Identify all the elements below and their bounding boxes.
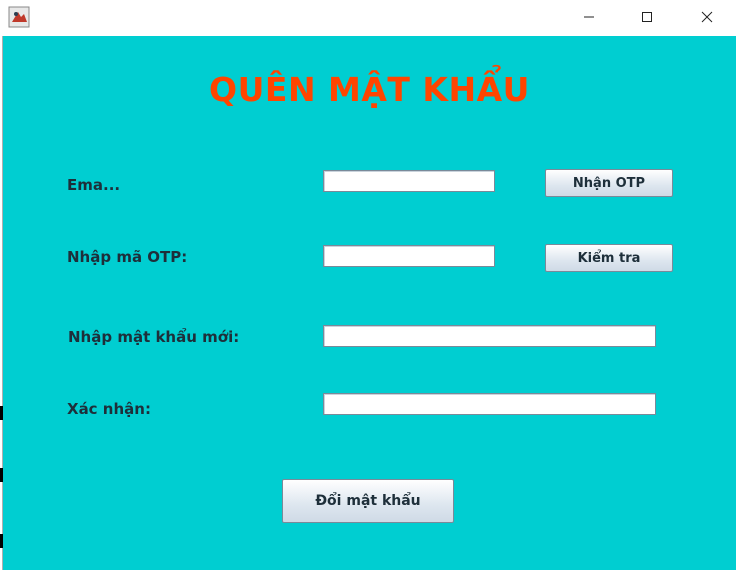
close-button[interactable]	[684, 0, 730, 34]
form-panel: QUÊN MẬT KHẨU Ema... Nhận OTP Nhập mã OT…	[2, 36, 736, 570]
new-password-label: Nhập mật khẩu mới:	[68, 328, 240, 346]
minimize-button[interactable]	[566, 0, 612, 34]
edge-artifact	[0, 406, 3, 420]
email-label: Ema...	[67, 176, 121, 194]
maximize-button[interactable]	[624, 0, 670, 34]
email-field[interactable]	[323, 170, 495, 192]
check-otp-button[interactable]: Kiểm tra	[545, 244, 673, 272]
otp-field[interactable]	[323, 245, 495, 267]
edge-artifact	[0, 468, 3, 482]
new-password-field[interactable]	[323, 325, 656, 347]
minimize-icon	[584, 16, 594, 18]
page-title: QUÊN MẬT KHẨU	[209, 70, 530, 109]
close-icon	[701, 11, 713, 23]
edge-artifact	[0, 534, 3, 548]
confirm-password-label: Xác nhận:	[67, 400, 151, 418]
get-otp-button[interactable]: Nhận OTP	[545, 169, 673, 197]
otp-label: Nhập mã OTP:	[67, 248, 188, 266]
change-password-button[interactable]: Đổi mật khẩu	[282, 479, 454, 523]
maximize-icon	[642, 12, 652, 22]
title-bar[interactable]	[0, 0, 737, 36]
java-app-icon	[8, 6, 30, 28]
confirm-password-field[interactable]	[323, 393, 656, 415]
app-window: QUÊN MẬT KHẨU Ema... Nhận OTP Nhập mã OT…	[0, 0, 737, 572]
